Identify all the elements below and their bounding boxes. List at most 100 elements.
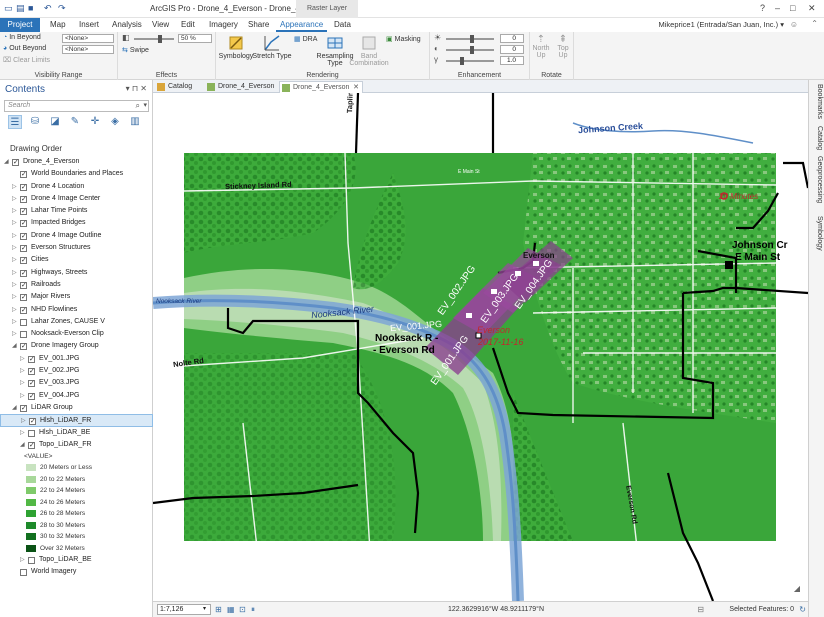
tab-map-view-1[interactable]: Drone_4_Everson	[205, 81, 277, 93]
tab-catalog-view[interactable]: Catalog	[155, 81, 203, 93]
layer-row[interactable]: World Boundaries and Places	[0, 168, 153, 181]
help-button[interactable]: ?	[760, 3, 765, 13]
new-project-icon[interactable]: ▭	[4, 3, 13, 14]
out-beyond-combo[interactable]: <None>	[62, 45, 114, 54]
layer-row[interactable]: ▷ Nooksack-Everson Clip	[0, 328, 153, 340]
fixed-scale-icon[interactable]: ⊞	[215, 605, 222, 614]
pause-drawing-icon[interactable]: ⏸	[251, 605, 255, 615]
layer-visibility-checkbox[interactable]	[28, 557, 35, 565]
tab-project[interactable]: Project	[0, 18, 40, 32]
layer-row[interactable]: ◢ Topo_LiDAR_FR	[0, 439, 153, 452]
symbology-button[interactable]: Symbology	[216, 34, 256, 60]
open-folder-icon[interactable]: ▤	[16, 3, 25, 14]
layer-visibility-checkbox[interactable]	[12, 157, 19, 169]
gamma-slider[interactable]	[446, 57, 494, 65]
layer-row[interactable]: ▷ Drone 4 Image Center	[0, 193, 153, 206]
expand-toggle-icon[interactable]: ◢	[12, 340, 17, 352]
close-button[interactable]: ✕	[808, 3, 816, 14]
gamma-spinner[interactable]: 1.0	[500, 56, 524, 65]
brightness-spinner[interactable]: 0	[500, 34, 524, 43]
layer-visibility-checkbox[interactable]	[20, 268, 27, 280]
layer-visibility-checkbox[interactable]	[20, 243, 27, 255]
brightness-slider[interactable]	[446, 35, 494, 43]
contents-search-input[interactable]: Search	[4, 100, 149, 112]
layer-row[interactable]: ▷ Impacted Bridges	[0, 217, 153, 230]
in-beyond-combo[interactable]: <None>	[62, 34, 114, 43]
layer-visibility-checkbox[interactable]	[20, 292, 27, 304]
layer-visibility-checkbox[interactable]	[20, 341, 27, 353]
legend-class[interactable]: 28 to 30 Meters	[0, 520, 153, 532]
dock-tab-catalog[interactable]: Catalog	[811, 126, 823, 150]
layer-row[interactable]: ▷ Drone 4 Image Outline	[0, 230, 153, 243]
layer-row[interactable]: ▷ NHD Flowlines	[0, 304, 153, 317]
legend-class[interactable]: 20 Meters or Less	[0, 462, 153, 474]
list-by-snapping-icon[interactable]: ✛	[88, 115, 102, 129]
dock-tab-geoprocessing[interactable]: Geoprocessing	[811, 156, 823, 203]
refresh-icon[interactable]: ↻	[799, 605, 806, 614]
map-canvas[interactable]	[153, 93, 808, 601]
grid-icon[interactable]: ▦	[227, 605, 235, 614]
expand-toggle-icon[interactable]: ◢	[12, 402, 17, 414]
expand-toggle-icon[interactable]: ▷	[12, 267, 17, 279]
list-by-editing-icon[interactable]: ✎	[68, 115, 82, 129]
layer-visibility-checkbox[interactable]	[28, 366, 35, 378]
layer-visibility-checkbox[interactable]	[20, 305, 27, 317]
layer-row[interactable]: ▷ Major Rivers	[0, 291, 153, 304]
layer-visibility-checkbox[interactable]	[20, 569, 27, 577]
legend-class[interactable]: 30 to 32 Meters	[0, 531, 153, 543]
expand-toggle-icon[interactable]: ▷	[12, 181, 17, 193]
undo-icon[interactable]: ↶	[44, 3, 52, 14]
expand-toggle-icon[interactable]: ▷	[12, 205, 17, 217]
layer-row[interactable]: ▷ EV_001.JPG	[0, 353, 153, 366]
layer-row[interactable]: ▷ EV_002.JPG	[0, 365, 153, 378]
list-by-labeling-icon[interactable]: ◈	[108, 115, 122, 129]
expand-toggle-icon[interactable]: ▷	[12, 254, 17, 266]
layer-visibility-checkbox[interactable]	[20, 182, 27, 194]
tab-map-view-2[interactable]: Drone_4_Everson ✕	[279, 81, 363, 93]
expand-toggle-icon[interactable]: ▷	[20, 390, 25, 402]
expand-toggle-icon[interactable]: ▷	[20, 365, 25, 377]
layer-visibility-checkbox[interactable]	[28, 354, 35, 366]
north-up-button[interactable]: ⇡ North Up	[530, 34, 552, 59]
contents-pane-controls[interactable]: ▾ ⊓ ✕	[126, 84, 147, 93]
tab-edit[interactable]: Edit	[177, 18, 199, 32]
user-account[interactable]: Mikeprice1 (Entrada/San Juan, Inc.) ▾	[659, 20, 785, 29]
legend-class[interactable]: 22 to 24 Meters	[0, 485, 153, 497]
expand-toggle-icon[interactable]: ▷	[12, 304, 17, 316]
map-scroll-handle-icon[interactable]: ◢	[794, 584, 800, 593]
layer-row[interactable]: ▷ Railroads	[0, 279, 153, 292]
layer-visibility-checkbox[interactable]	[28, 440, 35, 452]
tab-share[interactable]: Share	[244, 18, 273, 32]
layer-row[interactable]: World Imagery	[0, 566, 153, 578]
layer-row[interactable]: ▷ Hlsh_LiDAR_FR	[0, 414, 153, 428]
contrast-slider[interactable]	[446, 46, 494, 54]
layer-row[interactable]: ▷ Topo_LiDAR_BE	[0, 554, 153, 566]
map-view[interactable]: Tapline Rd Johnson Creek Stickney Island…	[153, 93, 808, 601]
tab-view[interactable]: View	[148, 18, 173, 32]
list-by-drawing-order-icon[interactable]: ☰	[8, 115, 22, 129]
expand-toggle-icon[interactable]: ▷	[12, 193, 17, 205]
maximize-button[interactable]: □	[790, 3, 795, 13]
list-by-selection-icon[interactable]: ◪	[48, 115, 62, 129]
stretch-type-button[interactable]: Stretch Type	[252, 34, 292, 60]
layer-visibility-checkbox[interactable]	[20, 280, 27, 292]
collapse-ribbon-icon[interactable]: ⌃	[811, 19, 818, 28]
in-beyond-button[interactable]: ◔ In Beyond	[3, 34, 41, 41]
layer-row[interactable]: ▷ Cities	[0, 254, 153, 267]
expand-toggle-icon[interactable]: ▷	[12, 217, 17, 229]
tab-insert[interactable]: Insert	[75, 18, 103, 32]
layer-visibility-checkbox[interactable]	[28, 429, 35, 437]
expand-toggle-icon[interactable]: ▷	[20, 427, 25, 439]
dock-tab-bookmarks[interactable]: Bookmarks	[811, 84, 823, 119]
expand-toggle-icon[interactable]: ◢	[4, 156, 9, 168]
user-avatar-icon[interactable]: ☺	[790, 20, 798, 29]
layer-row[interactable]: ◢ Drone Imagery Group	[0, 340, 153, 353]
tab-map[interactable]: Map	[46, 18, 70, 32]
layer-row[interactable]: ▷ Lahar Zones, CAUSE V	[0, 316, 153, 328]
contrast-spinner[interactable]: 0	[500, 45, 524, 54]
expand-toggle-icon[interactable]: ◢	[20, 439, 25, 451]
layer-visibility-checkbox[interactable]	[20, 318, 27, 326]
layer-visibility-checkbox[interactable]	[20, 403, 27, 415]
transparency-slider[interactable]	[134, 35, 174, 43]
tab-data[interactable]: Data	[330, 18, 355, 32]
